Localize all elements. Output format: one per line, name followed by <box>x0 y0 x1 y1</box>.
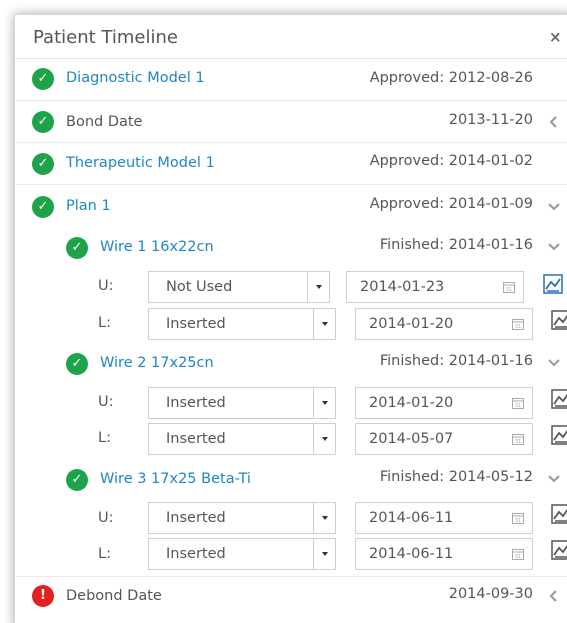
check-icon: ✓ <box>32 196 54 218</box>
chevron-down-icon[interactable] <box>307 272 329 302</box>
upper-label: U: <box>98 394 114 410</box>
item-status: 2014-09-30 <box>448 586 533 602</box>
item-name: Bond Date <box>66 114 143 130</box>
check-icon: ✓ <box>66 237 88 259</box>
close-icon[interactable]: × <box>549 28 562 46</box>
edit-icon[interactable] <box>551 389 567 409</box>
select-value: Inserted <box>166 316 226 332</box>
select-value: Inserted <box>166 395 226 411</box>
calendar-icon[interactable]: 31 <box>512 397 524 409</box>
timeline-item-bond-date: ✓ Bond Date 2013-11-20 <box>15 101 567 143</box>
date-field[interactable]: 2014-01-20 31 <box>355 308 533 340</box>
check-icon: ✓ <box>66 353 88 375</box>
date-field[interactable]: 2014-05-07 31 <box>355 423 533 455</box>
wire-item: ✓ Wire 1 16x22cn Finished: 2014-01-16 <box>15 229 567 271</box>
date-value: 2014-01-20 <box>369 316 454 332</box>
check-icon: ✓ <box>32 153 54 175</box>
select-value: Inserted <box>166 546 226 562</box>
lower-label: L: <box>98 546 111 562</box>
calendar-icon[interactable]: 31 <box>512 318 524 330</box>
chevron-down-icon[interactable] <box>313 539 335 569</box>
calendar-icon[interactable]: 31 <box>512 512 524 524</box>
svg-text:31: 31 <box>506 287 512 293</box>
edit-icon[interactable] <box>551 310 567 330</box>
panel-header: Patient Timeline × <box>15 15 567 59</box>
date-field[interactable]: 2014-01-23 31 <box>346 271 524 303</box>
wire-status-select[interactable]: Inserted <box>148 308 336 340</box>
chevron-down-icon[interactable] <box>313 309 335 339</box>
wire-status: Finished: 2014-01-16 <box>379 353 533 369</box>
edit-icon[interactable] <box>551 425 567 445</box>
date-value: 2014-01-23 <box>360 279 445 295</box>
svg-text:31: 31 <box>515 518 521 524</box>
chevron-down-icon[interactable] <box>547 239 561 253</box>
select-value: Inserted <box>166 431 226 447</box>
date-value: 2014-05-07 <box>369 431 454 447</box>
date-value: 2014-06-11 <box>369 546 454 562</box>
chevron-left-icon[interactable] <box>547 115 561 129</box>
chevron-down-icon[interactable] <box>547 355 561 369</box>
wire-status-select[interactable]: Inserted <box>148 387 336 419</box>
chevron-down-icon[interactable] <box>313 424 335 454</box>
wire-name-link[interactable]: Wire 1 16x22cn <box>100 239 214 255</box>
select-value: Not Used <box>166 279 233 295</box>
lower-label: L: <box>98 430 111 446</box>
timeline-item-therapeutic-model: ✓ Therapeutic Model 1 Approved: 2014-01-… <box>15 143 567 185</box>
wire-name-link[interactable]: Wire 3 17x25 Beta-Ti <box>100 471 251 487</box>
edit-icon[interactable] <box>543 274 563 294</box>
timeline-item-diagnostic-model: ✓ Diagnostic Model 1 Approved: 2012-08-2… <box>15 59 567 101</box>
patient-timeline-panel: Patient Timeline × ✓ Diagnostic Model 1 … <box>14 14 567 623</box>
check-icon: ✓ <box>32 111 54 133</box>
wire-name-link[interactable]: Wire 2 17x25cn <box>100 355 214 371</box>
item-name: Debond Date <box>66 588 162 604</box>
check-icon: ✓ <box>66 469 88 491</box>
svg-text:31: 31 <box>515 554 521 560</box>
item-status: Approved: 2014-01-02 <box>369 153 533 169</box>
wire-item: ✓ Wire 3 17x25 Beta-Ti Finished: 2014-05… <box>15 461 567 503</box>
panel-title: Patient Timeline <box>33 27 178 48</box>
chevron-down-icon[interactable] <box>313 503 335 533</box>
svg-text:31: 31 <box>515 403 521 409</box>
chevron-left-icon[interactable] <box>547 589 561 603</box>
item-name-link[interactable]: Diagnostic Model 1 <box>66 70 205 86</box>
timeline-item-debond-date: ! Debond Date 2014-09-30 <box>15 576 567 618</box>
wire-status-select[interactable]: Not Used <box>148 271 330 303</box>
item-name-link[interactable]: Therapeutic Model 1 <box>66 155 215 171</box>
item-status: 2013-11-20 <box>448 112 533 128</box>
lower-label: L: <box>98 315 111 331</box>
date-value: 2014-01-20 <box>369 395 454 411</box>
wire-status-select[interactable]: Inserted <box>148 423 336 455</box>
svg-text:31: 31 <box>515 324 521 330</box>
alert-icon: ! <box>32 585 54 607</box>
calendar-icon[interactable]: 31 <box>503 281 515 293</box>
item-name-link[interactable]: Plan 1 <box>66 198 111 214</box>
select-value: Inserted <box>166 510 226 526</box>
date-field[interactable]: 2014-06-11 31 <box>355 502 533 534</box>
wire-status: Finished: 2014-01-16 <box>379 237 533 253</box>
date-value: 2014-06-11 <box>369 510 454 526</box>
wire-status-select[interactable]: Inserted <box>148 502 336 534</box>
item-status: Approved: 2012-08-26 <box>369 70 533 86</box>
wire-status: Finished: 2014-05-12 <box>379 469 533 485</box>
wire-status-select[interactable]: Inserted <box>148 538 336 570</box>
calendar-icon[interactable]: 31 <box>512 433 524 445</box>
chevron-down-icon[interactable] <box>313 388 335 418</box>
date-field[interactable]: 2014-01-20 31 <box>355 387 533 419</box>
edit-icon[interactable] <box>551 504 567 524</box>
chevron-down-icon[interactable] <box>547 199 561 213</box>
upper-label: U: <box>98 510 114 526</box>
upper-label: U: <box>98 278 114 294</box>
calendar-icon[interactable]: 31 <box>512 548 524 560</box>
chevron-down-icon[interactable] <box>547 471 561 485</box>
item-status: Approved: 2014-01-09 <box>369 196 533 212</box>
svg-text:31: 31 <box>515 439 521 445</box>
check-icon: ✓ <box>32 68 54 90</box>
timeline-item-plan: ✓ Plan 1 Approved: 2014-01-09 <box>15 185 567 227</box>
date-field[interactable]: 2014-06-11 31 <box>355 538 533 570</box>
wire-item: ✓ Wire 2 17x25cn Finished: 2014-01-16 <box>15 345 567 387</box>
edit-icon[interactable] <box>551 540 567 560</box>
